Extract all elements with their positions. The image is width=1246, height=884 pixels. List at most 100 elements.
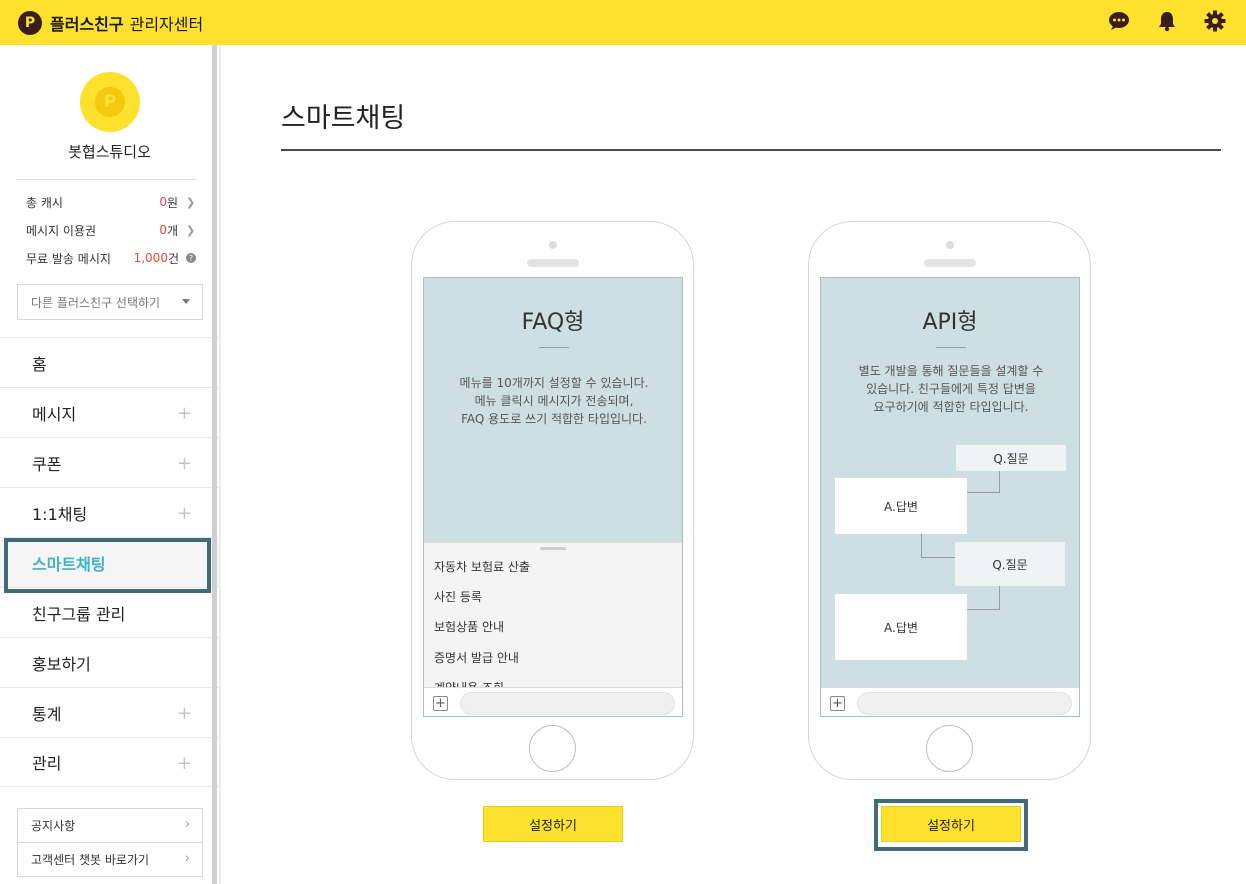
chevron-right-icon[interactable]: ❯ [186,196,196,209]
faq-title: FAQ형 [521,310,585,335]
title-rule [936,347,966,348]
plus-icon: + [433,696,448,711]
stat-free-messages: 무료 발송 메시지 1,000 건 ? [26,249,196,267]
faq-phone-mockup: FAQ형 메뉴를 10개까지 설정할 수 있습니다. 메뉴 클릭시 메시지가 전… [411,221,694,780]
faq-menu-item: 자동차 보험료 산출 [434,560,530,574]
brand-subtitle[interactable]: 관리자센터 [130,11,204,35]
page-title: 스마트채팅 [281,103,406,134]
api-setup-button[interactable]: 설정하기 [881,806,1021,842]
help-icon[interactable]: ? [186,253,196,263]
stat-value: 1,000 [133,251,168,265]
support-chatbot-link[interactable]: 고객센터 챗봇 바로가기 › [17,842,203,877]
footer-link-label: 공지사항 [31,819,76,833]
menu-label: 홍보하기 [32,654,91,674]
chat-input-field [857,692,1072,715]
sidebar-item-home[interactable]: 홈 [0,337,219,387]
menu-label: 스마트채팅 [32,554,106,574]
connector-line [967,492,1000,493]
title-divider [281,149,1221,151]
desc-line: 메뉴 클릭시 메시지가 전송되며, [474,394,634,408]
desc-line: FAQ 용도로 쓰기 적합한 타입입니다. [461,412,647,426]
faq-setup-button[interactable]: 설정하기 [483,806,623,842]
sidebar-border [219,45,221,884]
faq-menu-sheet: 자동차 보험료 산출 사진 등록 보험상품 안내 증명서 발급 안내 계약내용 … [424,542,682,687]
stat-unit: 건 [167,251,179,266]
faq-menu-item: 보험상품 안내 [434,620,505,634]
sidebar-item-friend-group[interactable]: 친구그룹 관리 [0,587,219,637]
divider [16,179,196,180]
sidebar-item-coupon[interactable]: 쿠폰 + [0,437,219,487]
sidebar-item-1on1-chat[interactable]: 1:1채팅 + [0,487,219,537]
phone-home-button [529,725,576,772]
top-bar: P 플러스친구 관리자센터 [0,0,1246,45]
connector-line [921,534,922,557]
stat-value: 0 [159,223,167,237]
stat-unit: 원 [166,195,178,210]
api-phone-mockup: API형 별도 개발을 통해 질문들을 설계할 수 있습니다. 친구들에게 특정… [808,221,1091,780]
faq-description: 메뉴를 10개까지 설정할 수 있습니다. 메뉴 클릭시 메시지가 전송되며, … [434,374,674,428]
menu-label: 쿠폰 [32,454,62,474]
sidebar-item-smart-chat[interactable]: 스마트채팅 [0,537,219,587]
connector-line [999,586,1000,610]
sidebar-item-promotion[interactable]: 홍보하기 [0,637,219,687]
phone-speaker [924,259,976,267]
desc-line: 메뉴를 10개까지 설정할 수 있습니다. [459,376,649,390]
stat-value: 0 [159,195,167,209]
faq-menu-item: 계약내용 조회 [434,679,504,687]
expand-plus-icon[interactable]: + [177,703,192,724]
menu-label: 홈 [32,354,47,374]
stat-label: 총 캐시 [26,195,63,210]
notice-link[interactable]: 공지사항 › [17,808,203,843]
connector-line [921,557,955,558]
stat-label: 메시지 이용권 [26,223,97,238]
menu-label: 통계 [32,704,62,724]
plusfriend-logo-icon[interactable]: P [18,10,42,35]
title-rule [539,347,569,348]
desc-line: 있습니다. 친구들에게 특정 답변을 [866,382,1036,396]
answer-bubble: A.답변 [835,478,967,534]
chat-icon[interactable] [1106,8,1132,34]
answer-bubble: A.답변 [835,594,967,660]
profile-name: 봇협스튜디오 [68,143,151,161]
menu-label: 관리 [32,754,62,773]
phone-camera [549,241,557,249]
sidebar-item-statistics[interactable]: 통계 + [0,687,219,737]
plusfriend-logo-icon: P [95,87,125,117]
connector-line [967,609,1000,610]
sheet-handle [540,547,566,550]
connector-line [999,471,1000,493]
stat-message-voucher[interactable]: 메시지 이용권 0개 ❯ [26,221,196,239]
expand-plus-icon[interactable]: + [177,753,192,774]
plus-icon: + [830,696,845,711]
stat-total-cash[interactable]: 총 캐시 0원 ❯ [26,193,196,211]
sidebar-item-manage[interactable]: 관리 + [0,737,219,787]
footer-link-label: 고객센터 챗봇 바로가기 [31,853,150,867]
desc-line: 요구하기에 적합한 타입입니다. [873,400,1029,414]
chevron-right-icon: › [184,817,190,832]
gear-icon[interactable] [1202,8,1228,34]
faq-menu-item: 사진 등록 [434,590,482,604]
stat-unit: 개 [166,223,178,238]
plusfriend-select[interactable]: 다른 플러스친구 선택하기 [17,284,203,320]
sidebar-item-message[interactable]: 메시지 + [0,387,219,437]
chat-input-field [460,692,675,715]
bell-icon[interactable] [1154,8,1180,34]
menu-label: 1:1채팅 [32,504,88,524]
chevron-right-icon[interactable]: ❯ [186,224,196,237]
sidebar-scrollbar[interactable] [212,45,217,884]
expand-plus-icon[interactable]: + [177,403,192,424]
expand-plus-icon[interactable]: + [177,503,192,524]
select-placeholder: 다른 플러스친구 선택하기 [31,295,161,310]
phone-home-button [926,725,973,772]
sidebar: P 봇협스튜디오 총 캐시 0원 ❯ 메시지 이용권 0개 ❯ 무료 발송 메시… [0,45,219,884]
expand-plus-icon[interactable]: + [177,453,192,474]
brand-name[interactable]: 플러스친구 [50,11,124,35]
api-screen: API형 별도 개발을 통해 질문들을 설계할 수 있습니다. 친구들에게 특정… [820,277,1080,717]
phone-speaker [527,259,579,267]
caret-down-icon [182,299,190,304]
faq-screen: FAQ형 메뉴를 10개까지 설정할 수 있습니다. 메뉴 클릭시 메시지가 전… [423,277,683,717]
stat-label: 무료 발송 메시지 [26,251,111,266]
chevron-right-icon: › [184,851,190,866]
desc-line: 별도 개발을 통해 질문들을 설계할 수 [858,364,1044,378]
chat-input-bar: + [424,687,682,716]
